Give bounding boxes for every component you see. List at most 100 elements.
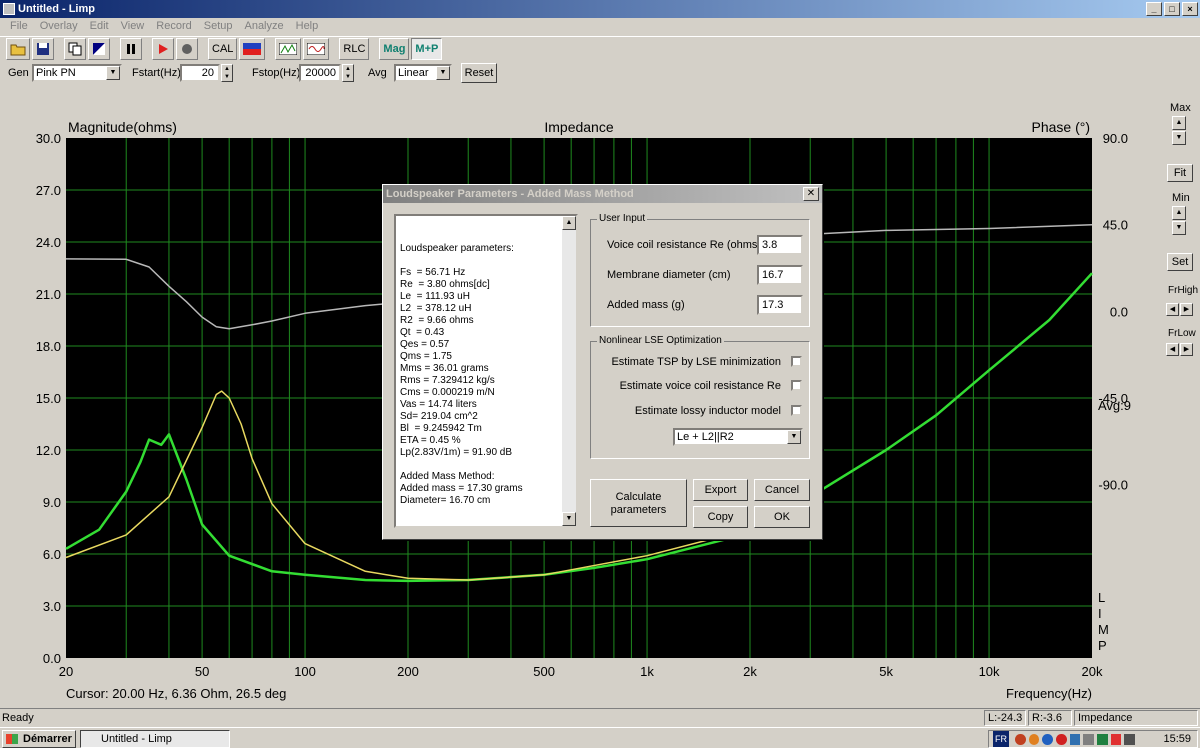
fstop-input[interactable]: 20000 <box>299 64 341 82</box>
frlow-right-button[interactable]: ▶ <box>1180 343 1193 356</box>
loudspeaker-parameters-dialog: Loudspeaker Parameters - Added Mass Meth… <box>382 184 823 540</box>
tray-icon-3[interactable] <box>1042 734 1054 745</box>
frhigh-left-button[interactable]: ◀ <box>1166 303 1179 316</box>
tray-icon-4[interactable] <box>1056 734 1067 745</box>
rlc-button[interactable]: RLC <box>339 37 370 60</box>
max-label: Max <box>1170 102 1191 114</box>
limp-letter-i: I <box>1098 606 1102 621</box>
chevron-down-icon: ▼ <box>106 66 120 80</box>
frlow-label: FrLow <box>1168 328 1196 339</box>
frlow-left-button[interactable]: ◀ <box>1166 343 1179 356</box>
result-line: Mms = 36.01 grams <box>400 363 489 374</box>
max-down-button[interactable]: ▼ <box>1172 131 1186 145</box>
language-indicator[interactable]: FR <box>993 731 1009 747</box>
fstop-spinner[interactable]: ▲ ▼ <box>342 64 354 82</box>
generator-select[interactable]: Pink PN ▼ <box>32 64 122 82</box>
set-button[interactable]: Set <box>1167 253 1193 271</box>
y-tick-label-left: 27.0 <box>36 183 61 198</box>
pause-button[interactable] <box>120 37 142 60</box>
tray-icon-6[interactable] <box>1083 734 1095 745</box>
avg-select[interactable]: Linear ▼ <box>394 64 452 82</box>
added-mass-input[interactable]: 17.3 <box>757 295 803 315</box>
limp-letter-m: M <box>1098 622 1109 637</box>
min-up-button[interactable]: ▲ <box>1172 206 1186 220</box>
tray-icon-8[interactable] <box>1110 734 1122 745</box>
menu-edit[interactable]: Edit <box>84 18 115 35</box>
diameter-input[interactable]: 16.7 <box>757 265 803 285</box>
estimate-re-checkbox[interactable] <box>791 380 802 391</box>
fstop-label: Fstop(Hz) <box>252 67 301 79</box>
results-textarea[interactable]: Loudspeaker parameters: Fs = 56.71 Hz Re … <box>394 214 578 528</box>
result-line: Vas = 14.74 liters <box>400 399 477 410</box>
tray-icon-2[interactable] <box>1028 734 1040 745</box>
scroll-down-icon[interactable]: ▼ <box>562 512 576 526</box>
min-label: Min <box>1172 192 1190 204</box>
export-button[interactable]: Export <box>693 479 748 501</box>
close-button[interactable]: × <box>1182 2 1198 16</box>
reset-button[interactable]: Reset <box>461 63 497 83</box>
taskbar-item-limp[interactable]: Untitled - Limp <box>80 730 230 748</box>
save-button[interactable] <box>32 37 54 60</box>
min-down-button[interactable]: ▼ <box>1172 221 1186 235</box>
cal-button[interactable]: CAL <box>208 37 238 60</box>
copy-button[interactable] <box>64 37 86 60</box>
scroll-up-icon[interactable]: ▲ <box>562 216 576 230</box>
dialog-close-button[interactable]: ✕ <box>803 187 819 201</box>
start-label: Démarrer <box>23 733 72 745</box>
lossy-inductor-checkbox[interactable] <box>791 405 802 416</box>
maximize-button[interactable]: □ <box>1164 2 1180 16</box>
start-button[interactable]: Démarrer <box>2 730 76 748</box>
inductor-model-value: Le + L2||R2 <box>677 431 734 443</box>
tray-icon-5[interactable] <box>1069 734 1081 745</box>
chevron-down-icon: ▼ <box>436 66 450 80</box>
copy-results-button[interactable]: Copy <box>693 506 748 528</box>
frhigh-right-button[interactable]: ▶ <box>1180 303 1193 316</box>
wave-button-1[interactable] <box>275 37 302 60</box>
menu-setup[interactable]: Setup <box>198 18 239 35</box>
cursor-readout: Cursor: 20.00 Hz, 6.36 Ohm, 26.5 deg <box>66 686 286 701</box>
lse-minimization-checkbox[interactable] <box>791 356 802 367</box>
windows-logo-icon <box>6 734 18 744</box>
minimize-button[interactable]: _ <box>1146 2 1162 16</box>
fit-button[interactable]: Fit <box>1167 164 1193 182</box>
speaker-icon[interactable] <box>1124 734 1136 745</box>
gradient-button[interactable] <box>239 37 266 60</box>
max-up-button[interactable]: ▲ <box>1172 116 1186 130</box>
status-bar: Ready L:-24.3 R:-3.6 Impedance Measureme… <box>0 708 1200 738</box>
y-tick-label-left: 9.0 <box>43 495 61 510</box>
menu-file[interactable]: File <box>4 18 34 35</box>
menu-help[interactable]: Help <box>290 18 325 35</box>
calculate-parameters-button[interactable]: Calculate parameters <box>590 479 687 527</box>
x-tick-label: 5k <box>879 664 893 679</box>
mp-button[interactable]: M+P <box>411 37 443 60</box>
play-button[interactable] <box>152 37 174 60</box>
lossy-inductor-label: Estimate lossy inductor model <box>634 405 781 417</box>
open-folder-button[interactable] <box>6 37 30 60</box>
avg-label: Avg <box>368 67 387 79</box>
tray-icon-7[interactable] <box>1097 734 1108 745</box>
results-scrollbar[interactable]: ▲ ▼ <box>562 216 576 526</box>
color-button[interactable] <box>88 37 110 60</box>
play-icon <box>159 43 168 54</box>
result-line: Re = 3.80 ohms[dc] <box>400 279 490 290</box>
wave-button-2[interactable] <box>303 37 330 60</box>
frhigh-label: FrHigh <box>1168 285 1199 296</box>
result-line: Added Mass Method: <box>400 471 495 482</box>
re-input[interactable]: 3.8 <box>757 235 803 255</box>
inductor-model-select[interactable]: Le + L2||R2 ▼ <box>673 428 803 446</box>
menu-analyze[interactable]: Analyze <box>238 18 289 35</box>
fstart-spinner[interactable]: ▲ ▼ <box>221 64 233 82</box>
pause-icon <box>127 43 135 54</box>
record-button[interactable] <box>176 37 198 60</box>
menu-overlay[interactable]: Overlay <box>34 18 84 35</box>
menu-record[interactable]: Record <box>150 18 197 35</box>
y-tick-label-right: 90.0 <box>1103 131 1128 146</box>
mag-button[interactable]: Mag <box>379 37 410 60</box>
record-icon <box>182 43 192 54</box>
menu-view[interactable]: View <box>115 18 151 35</box>
cancel-button[interactable]: Cancel <box>754 479 810 501</box>
tray-icon-1[interactable] <box>1015 734 1026 745</box>
calculate-label-2: parameters <box>610 504 667 516</box>
fstart-input[interactable]: 20 <box>180 64 220 82</box>
ok-button[interactable]: OK <box>754 506 810 528</box>
